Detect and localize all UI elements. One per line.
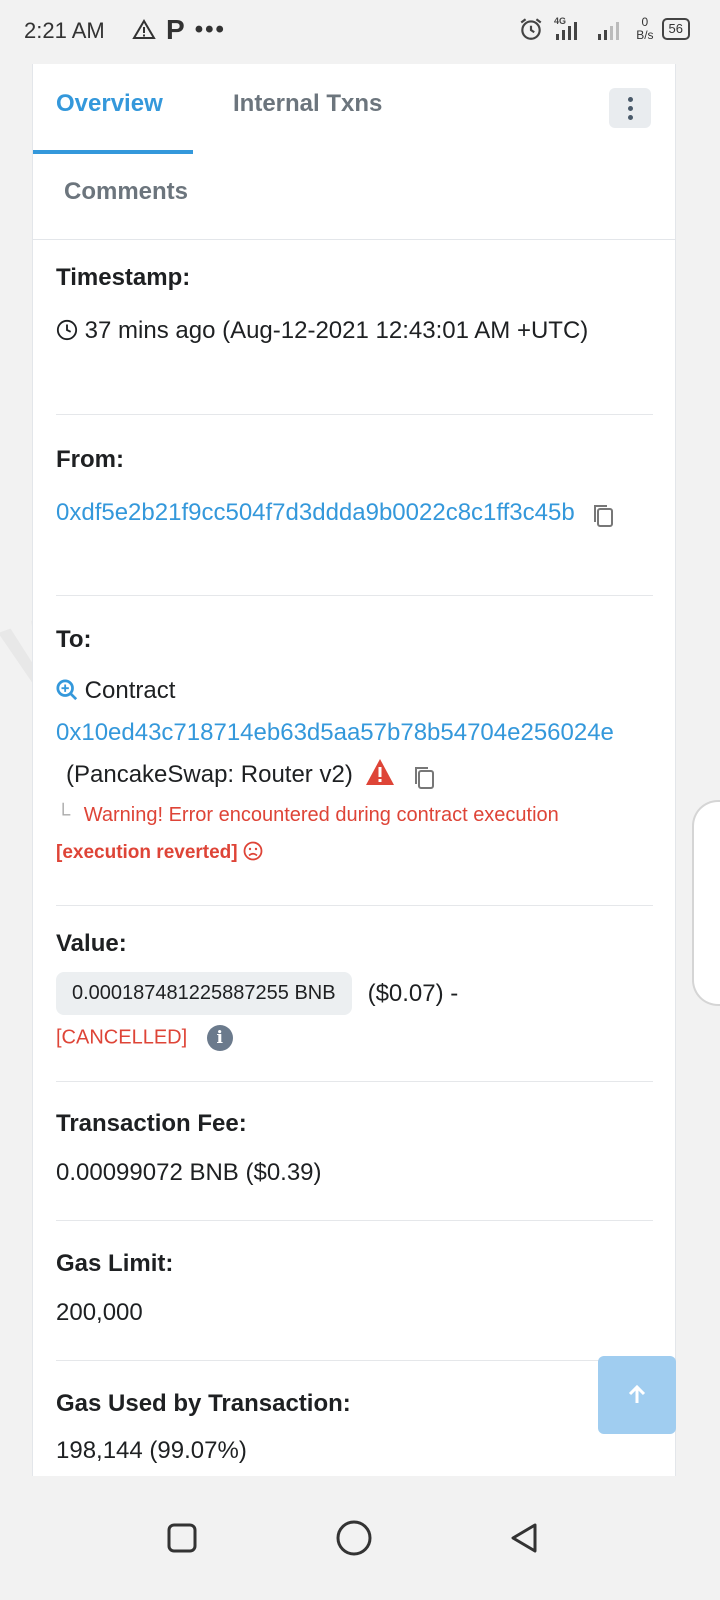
to-section: To: Contract 0x10ed43c718714eb63d5aa57b7…	[56, 626, 653, 864]
square-icon	[167, 1523, 197, 1553]
error-warning-icon	[366, 759, 395, 785]
clock-icon	[56, 319, 78, 341]
contract-label: Contract	[84, 677, 176, 704]
tab-active-indicator	[33, 150, 193, 154]
scroll-to-top-button[interactable]	[598, 1356, 676, 1434]
divider	[56, 1081, 653, 1082]
divider	[56, 1220, 653, 1221]
copy-icon[interactable]	[591, 503, 615, 529]
sad-face-icon	[243, 841, 263, 861]
to-label: To:	[56, 626, 92, 653]
timestamp-label: Timestamp:	[56, 264, 191, 291]
status-time: 2:21 AM	[24, 18, 105, 43]
triangle-back-icon	[511, 1523, 537, 1553]
svg-text:4G: 4G	[554, 16, 566, 26]
signal-icon	[598, 22, 620, 40]
arrow-up-icon	[628, 1384, 646, 1403]
recents-button[interactable]	[152, 1508, 212, 1568]
from-address-link[interactable]: 0xdf5e2b21f9cc504f7d3ddda9b0022c8c1ff3c4…	[56, 499, 575, 526]
transaction-card: Overview Internal Txns Comments Timestam…	[32, 64, 676, 1476]
home-button[interactable]	[324, 1508, 384, 1568]
timestamp-value: 37 mins ago (Aug-12-2021 12:43:01 AM +UT…	[56, 310, 653, 352]
contract-name: (PancakeSwap: Router v2)	[66, 761, 353, 788]
back-button[interactable]	[494, 1508, 554, 1568]
edge-panel-handle[interactable]	[692, 800, 720, 1006]
data-rate: 0 B/s	[636, 15, 654, 42]
tab-overview[interactable]: Overview	[56, 90, 163, 118]
from-section: From: 0xdf5e2b21f9cc504f7d3ddda9b0022c8c…	[56, 446, 653, 534]
warning-branch-icon: └	[56, 804, 71, 826]
more-options-button[interactable]	[609, 88, 651, 128]
battery-indicator: 56	[661, 18, 690, 40]
from-label: From:	[56, 446, 124, 473]
divider	[56, 905, 653, 906]
fee-label: Transaction Fee:	[56, 1110, 247, 1137]
fee-value: 0.00099072 BNB ($0.39)	[56, 1159, 322, 1186]
fee-section: Transaction Fee: 0.00099072 BNB ($0.39)	[56, 1110, 653, 1194]
value-amount: 0.000187481225887255 BNB	[56, 972, 352, 1015]
signal-4g-icon: 4G	[554, 16, 578, 40]
tab-internal-txns[interactable]: Internal Txns	[233, 90, 382, 118]
info-icon[interactable]: i	[206, 1025, 233, 1051]
to-address-link[interactable]: 0x10ed43c718714eb63d5aa57b78b54704e25602…	[56, 719, 614, 746]
status-bar: 2:21 AM P ••• 4G 0 B/s 56	[0, 0, 720, 64]
navigation-bar	[0, 1476, 720, 1600]
tab-bar: Overview Internal Txns Comments	[33, 64, 675, 240]
gas-limit-section: Gas Limit: 200,000	[56, 1250, 653, 1334]
value-label: Value:	[56, 930, 127, 957]
more-notifications-icon: •••	[194, 16, 226, 43]
app-p-icon: P	[166, 14, 185, 45]
circle-icon	[336, 1520, 372, 1556]
gas-limit-value: 200,000	[56, 1299, 143, 1326]
execution-warning: Warning! Error encountered during contra…	[83, 804, 559, 826]
execution-reverted: [execution reverted]	[56, 842, 238, 863]
copy-icon[interactable]	[412, 765, 436, 791]
warning-icon	[132, 19, 156, 39]
divider	[56, 1360, 653, 1361]
tab-comments[interactable]: Comments	[64, 178, 188, 206]
divider	[56, 414, 653, 415]
gas-used-value: 198,144 (99.07%)	[56, 1437, 247, 1464]
timestamp-section: Timestamp: 37 mins ago (Aug-12-2021 12:4…	[56, 264, 653, 352]
contract-search-icon	[56, 679, 78, 701]
cancelled-status: [CANCELLED]	[56, 1026, 188, 1049]
gas-used-section: Gas Used by Transaction: 198,144 (99.07%…	[56, 1390, 653, 1472]
value-section: Value: 0.000187481225887255 BNB ($0.07) …	[56, 930, 653, 1051]
divider	[56, 595, 653, 596]
alarm-icon	[520, 18, 542, 40]
value-usd: ($0.07) -	[367, 979, 459, 1007]
gas-limit-label: Gas Limit:	[56, 1250, 174, 1277]
gas-used-label: Gas Used by Transaction:	[56, 1390, 351, 1417]
